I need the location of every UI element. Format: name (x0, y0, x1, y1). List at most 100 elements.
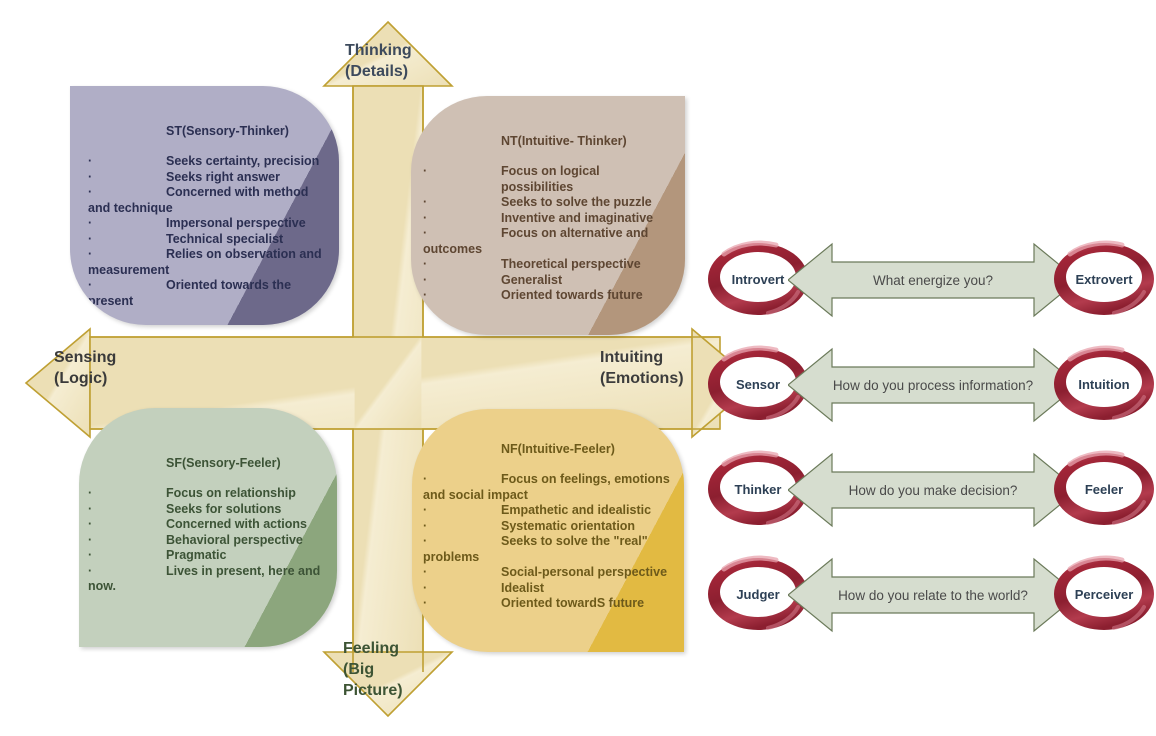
list-item-text: Focus on alternative and (501, 226, 649, 240)
quadrant-st: ST(Sensory-Thinker) · Seeks certainty, pr… (70, 86, 339, 325)
dichotomy-right-label: Perceiver (1074, 586, 1134, 602)
list-item: · Concerned with method and technique (88, 185, 329, 216)
list-item-text: Relies on observation and (166, 247, 322, 261)
list-item-text: Seeks certainty, precision (166, 154, 320, 168)
bullet-icon: · (88, 517, 93, 531)
axis-label-thinking: Thinking (Details) (345, 42, 412, 80)
list-item: · Technical specialist (88, 232, 329, 248)
bullet-icon: · (423, 518, 428, 533)
quadrant-sf-list: · Focus on relationship · Seeks for solutio… (88, 486, 327, 595)
quadrant-st-list: · Seeks certainty, precision · Seeks right … (88, 154, 329, 309)
bullet-icon: · (423, 226, 428, 240)
list-item-text: Seeks for solutions (166, 501, 282, 516)
dichotomy-right-label: Feeler (1084, 481, 1124, 497)
quadrant-sf: SF(Sensory-Feeler) · Focus on relationshi… (79, 408, 337, 647)
list-item: · Generalist (423, 273, 675, 289)
dichotomy-right-ring[interactable]: Intuition (1052, 345, 1156, 423)
list-item-wrap: problems (423, 549, 480, 564)
list-item-text: Empathetic and idealistic (501, 503, 652, 517)
list-item: · Oriented towardS future (423, 596, 674, 612)
list-item: · Seeks to solve the puzzle (423, 195, 675, 211)
list-item-text: Behavioral perspective (166, 532, 303, 547)
bullet-icon: · (88, 278, 93, 292)
bullet-icon: · (423, 272, 428, 287)
dichotomy-row: Introvert What energize you? Extrovert (706, 240, 1156, 332)
list-item: · Focus on feelings, emotions and social i… (423, 472, 674, 503)
dichotomy-row: Judger How do you relate to the world? P… (706, 555, 1156, 647)
list-item: · Concerned with actions (88, 517, 327, 533)
bullet-icon: · (88, 563, 93, 578)
quadrant-nf: NF(Intuitive-Feeler) · Focus on feelings,… (412, 409, 684, 652)
list-item-text: Focus on relationship (166, 486, 296, 500)
dichotomy-arrow-wrap: What energize you? (787, 238, 1079, 322)
quadrant-nf-title: NF(Intuitive-Feeler) (501, 442, 615, 456)
list-item-text: Focus on logical possibilities (501, 164, 600, 194)
list-item-text: Impersonal perspective (166, 216, 306, 230)
dichotomy-arrow-wrap: How do you process information? (787, 343, 1079, 427)
list-item: · Focus on relationship (88, 486, 327, 502)
list-item-text: Oriented towardS future (501, 596, 645, 610)
list-item-text: Concerned with method (166, 185, 309, 199)
list-item: · Empathetic and idealistic (423, 503, 674, 519)
bullet-icon: · (423, 565, 428, 579)
bullet-icon: · (88, 216, 93, 230)
bullet-icon: · (88, 231, 93, 246)
quadrant-nt-title: NT(Intuitive- Thinker) (501, 134, 627, 148)
diagram-canvas: Thinking (Details) Feeling (Big Picture)… (0, 0, 1156, 736)
bullet-icon: · (88, 247, 93, 261)
bullet-icon: · (88, 501, 93, 516)
quadrant-nf-list: · Focus on feelings, emotions and social i… (423, 472, 674, 612)
list-item-text: Lives in present, here and (166, 563, 321, 578)
list-item: · Impersonal perspective (88, 216, 329, 232)
dichotomy-arrow-wrap: How do you make decision? (787, 448, 1079, 532)
bullet-icon: · (88, 548, 93, 562)
list-item-text: Seeks to solve the puzzle (501, 195, 652, 209)
list-item-text: Concerned with actions (166, 517, 307, 531)
axis-label-sensing: Sensing (Logic) (54, 349, 117, 387)
dichotomy-arrow-wrap: How do you relate to the world? (787, 553, 1079, 637)
dichotomy-right-label: Extrovert (1075, 271, 1133, 287)
list-item-wrap: outcomes (423, 241, 483, 256)
bullet-icon: · (423, 164, 428, 178)
bullet-icon: · (423, 288, 428, 302)
bullet-icon: · (423, 534, 428, 548)
dichotomy-question: How do you process information? (832, 377, 1034, 393)
list-item-text: Social-personal perspective (501, 565, 668, 579)
dichotomy-right-ring[interactable]: Feeler (1052, 450, 1156, 528)
dichotomy-question: How do you make decision? (848, 482, 1018, 498)
list-item-text: Oriented towards the (166, 278, 292, 292)
dichotomy-question: How do you relate to the world? (838, 587, 1028, 603)
dichotomy-right-ring[interactable]: Extrovert (1052, 240, 1156, 318)
bullet-icon: · (88, 169, 93, 184)
list-item: · Oriented towards the present (88, 278, 329, 309)
axis-label-intuiting: Intuiting (Emotions) (600, 349, 684, 387)
bullet-icon: · (423, 596, 428, 610)
list-item: · Relies on observation and measurement (88, 247, 329, 278)
list-item: · Theoretical perspective (423, 257, 675, 273)
axis-label-feeling: Feeling (Big Picture) (343, 640, 403, 699)
list-item: · Social-personal perspective (423, 565, 674, 581)
list-item-text: Generalist (501, 272, 563, 287)
list-item: · Seeks to solve the "real" problems (423, 534, 674, 565)
list-item-text: Systematic orientation (501, 518, 636, 533)
bullet-icon: · (423, 257, 428, 271)
list-item: · Idealist (423, 581, 674, 597)
quadrant-nt-list: · Focus on logical possibilities · Seeks to… (423, 164, 675, 304)
quadrant-nt: NT(Intuitive- Thinker) · Focus on logical… (411, 96, 685, 335)
list-item: · Oriented towards future (423, 288, 675, 304)
list-item-text: Seeks to solve the "real" (501, 534, 648, 548)
quadrant-sf-title: SF(Sensory-Feeler) (166, 456, 281, 470)
list-item-text: Technical specialist (166, 231, 284, 246)
bullet-icon: · (88, 185, 93, 199)
dichotomy-row: Sensor How do you process information? I… (706, 345, 1156, 437)
list-item-wrap: and social impact (423, 487, 528, 502)
bullet-icon: · (88, 486, 93, 500)
dichotomy-right-ring[interactable]: Perceiver (1052, 555, 1156, 633)
bullet-icon: · (88, 154, 93, 168)
list-item-wrap: now. (88, 579, 117, 593)
list-item-text: Focus on feelings, emotions (501, 472, 670, 486)
bullet-icon: · (423, 472, 428, 486)
list-item: · Pragmatic (88, 548, 327, 564)
list-item: · Inventive and imaginative (423, 211, 675, 227)
list-item: · Seeks certainty, precision (88, 154, 329, 170)
